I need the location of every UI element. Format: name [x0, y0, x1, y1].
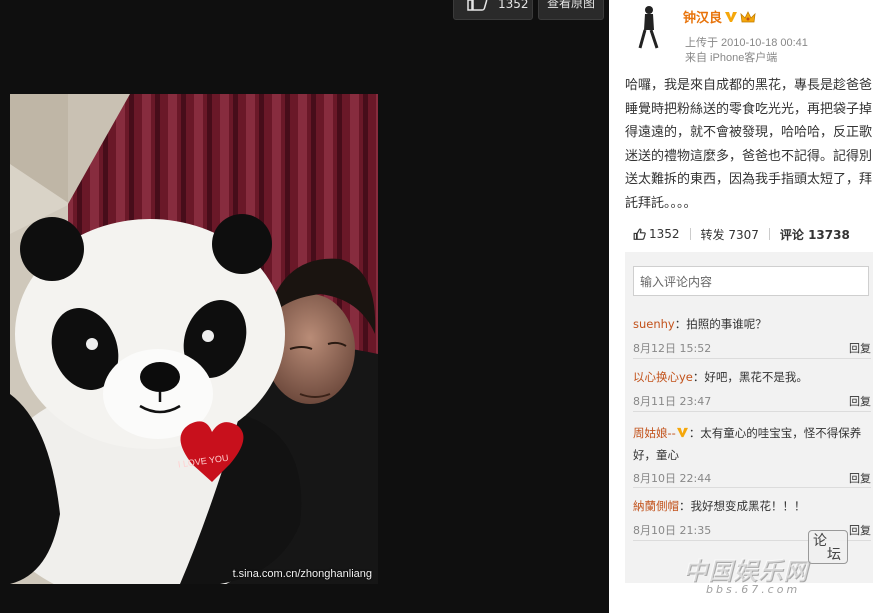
verified-v-icon — [725, 11, 738, 22]
post-actions: 1352 转发 7307 评论 13738 — [633, 226, 873, 242]
repost-button[interactable]: 转发 7307 — [701, 226, 759, 243]
comment-user[interactable]: 納蘭側帽 — [633, 499, 679, 513]
post-source: 来自 iPhone客户端 — [685, 52, 778, 64]
verified-v-icon — [676, 427, 688, 438]
photo-watermark: t.sina.com.cn/zhonghanliang — [232, 568, 372, 580]
comment-item: 以心换心ye：好吧，黑花不是我。 8月11日 23:47 回复 — [633, 369, 871, 409]
author-name[interactable]: 钟汉良 — [683, 7, 722, 26]
side-panel: 钟汉良 上传于 2010-10-18 00:41 来自 iPhone客户端 哈囉… — [609, 0, 873, 613]
like-button[interactable]: 1352 — [453, 0, 533, 20]
forum-badge: 论 坛 — [808, 530, 848, 564]
site-watermark-url: bbs.67.com — [706, 583, 801, 596]
post-like-button[interactable]: 1352 — [633, 227, 680, 241]
comment-user[interactable]: 周姑娘-- — [633, 426, 676, 440]
comment-input[interactable]: 输入评论内容 — [633, 266, 869, 296]
crown-icon — [740, 10, 756, 22]
reply-button[interactable]: 回复 — [849, 393, 871, 409]
divider — [689, 228, 691, 240]
comment-item: suenhy：拍照的事谁呢？ 8月12日 15:52 回复 — [633, 316, 871, 356]
comment-time: 8月10日 21:35 — [633, 524, 712, 537]
reply-button[interactable]: 回复 — [849, 522, 871, 538]
comment-label: 评论 13738 — [779, 227, 850, 242]
reply-button[interactable]: 回复 — [849, 340, 871, 356]
comment-user[interactable]: suenhy — [633, 317, 675, 331]
like-count: 1352 — [498, 0, 529, 11]
main-photo: I LOVE YOU t.sina.com.cn/zhonghanliang — [10, 94, 378, 584]
comment-text: ：我好想变成黑花！！！ — [679, 499, 806, 513]
view-original-button[interactable]: 查看原图 — [538, 0, 604, 20]
divider — [633, 411, 871, 412]
site-watermark-logo: 中国娱乐网 — [683, 557, 808, 585]
thumbs-up-icon — [467, 0, 488, 11]
divider — [633, 358, 871, 359]
photo-viewer: 1352 查看原图 I LOVE YOU t.sina.com.cn/zhong… — [0, 0, 873, 613]
avatar[interactable] — [627, 4, 669, 50]
upload-time: 上传于 2010-10-18 00:41 — [685, 37, 808, 49]
forum-badge-char-2: 坛 — [827, 547, 841, 563]
forum-badge-char-1: 论 — [813, 533, 827, 549]
thumbs-up-icon — [633, 228, 646, 240]
comment-user[interactable]: 以心换心ye — [633, 370, 693, 384]
author-name-row: 钟汉良 — [683, 7, 756, 26]
comment-text: ：拍照的事谁呢？ — [674, 317, 767, 331]
comment-time: 8月11日 23:47 — [633, 395, 712, 408]
comment-item: 周姑娘-- ：太有童心的哇宝宝，怪不得保养好，童心 8月10日 22:44 回复 — [633, 422, 871, 490]
post-like-count: 1352 — [649, 227, 680, 241]
post-text: 哈囉，我是來自成都的黑花，專長是趁爸爸睡覺時把粉絲送的零食吃光光，再把袋子掉得遠… — [625, 78, 873, 211]
divider — [768, 228, 770, 240]
comment-tab[interactable]: 评论 13738 — [780, 226, 850, 243]
comment-time: 8月12日 15:52 — [633, 342, 712, 355]
comment-text: ：好吧，黑花不是我。 — [692, 370, 808, 384]
divider — [633, 487, 871, 488]
